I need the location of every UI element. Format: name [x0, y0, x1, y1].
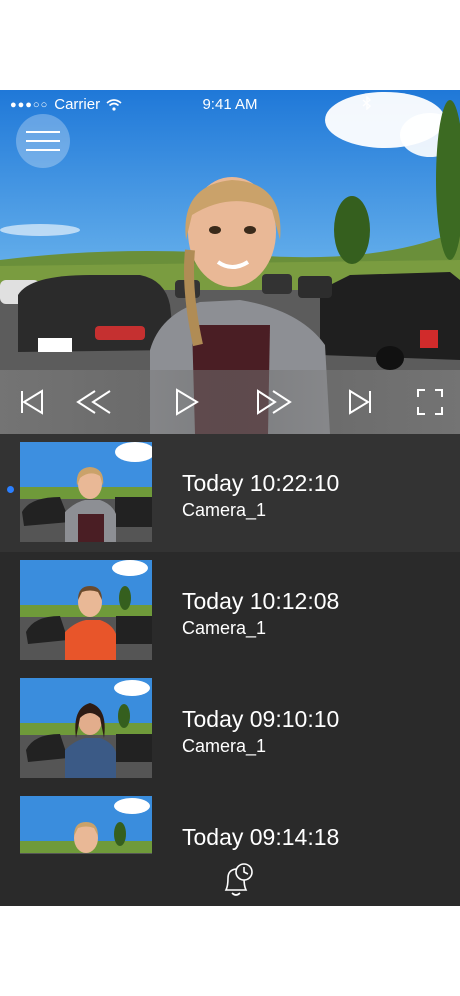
recording-item[interactable]: Today 09:14:18 [0, 788, 460, 854]
recording-camera: Camera_1 [182, 736, 267, 756]
play-icon [176, 388, 199, 416]
recording-item[interactable]: Today 09:10:10 Camera_1 [0, 670, 460, 788]
recording-item[interactable]: Today 10:22:10 Camera_1 [0, 434, 460, 552]
recording-camera: Camera_1 [182, 618, 267, 638]
fast-forward-icon [257, 389, 292, 415]
recording-time: Today 10:22:10 [182, 470, 340, 496]
fast-forward-button[interactable] [250, 378, 298, 426]
recordings-list[interactable]: Today 10:22:10 Camera_1 Today 10:12:08 C… [0, 434, 460, 854]
bottom-toolbar [0, 854, 460, 906]
recording-thumbnail [20, 678, 152, 778]
status-bar: ●●●○○ Carrier 9:41 AM [0, 90, 460, 118]
recording-thumbnail [20, 442, 152, 542]
recording-thumbnail [20, 560, 152, 660]
active-indicator-dot [7, 486, 14, 493]
rewind-icon [76, 390, 111, 414]
fullscreen-icon [417, 389, 443, 415]
status-time: 9:41 AM [202, 96, 258, 113]
recording-time: Today 09:14:18 [182, 824, 340, 850]
recording-item[interactable]: Today 10:12:08 Camera_1 [0, 552, 460, 670]
rewind-button[interactable] [70, 378, 118, 426]
skip-forward-icon [349, 389, 371, 415]
recording-time: Today 10:12:08 [182, 588, 340, 614]
recording-time: Today 09:10:10 [182, 706, 340, 732]
recording-camera: Camera_1 [182, 500, 267, 520]
skip-forward-button[interactable] [336, 378, 384, 426]
skip-back-icon [21, 389, 43, 415]
alarm-bell-clock-icon [224, 863, 253, 896]
fullscreen-button[interactable] [406, 378, 454, 426]
recording-thumbnail [20, 796, 152, 854]
live-video-view[interactable]: ●●●○○ Carrier 9:41 AM [0, 90, 460, 434]
playback-controls [0, 370, 460, 434]
alarm-button[interactable] [216, 860, 256, 900]
bluetooth-icon [362, 95, 372, 114]
app-screen: ●●●○○ Carrier 9:41 AM Today 10:22:10 Cam… [0, 90, 460, 906]
skip-back-button[interactable] [8, 378, 56, 426]
play-button[interactable] [162, 378, 210, 426]
menu-button[interactable] [16, 114, 70, 168]
